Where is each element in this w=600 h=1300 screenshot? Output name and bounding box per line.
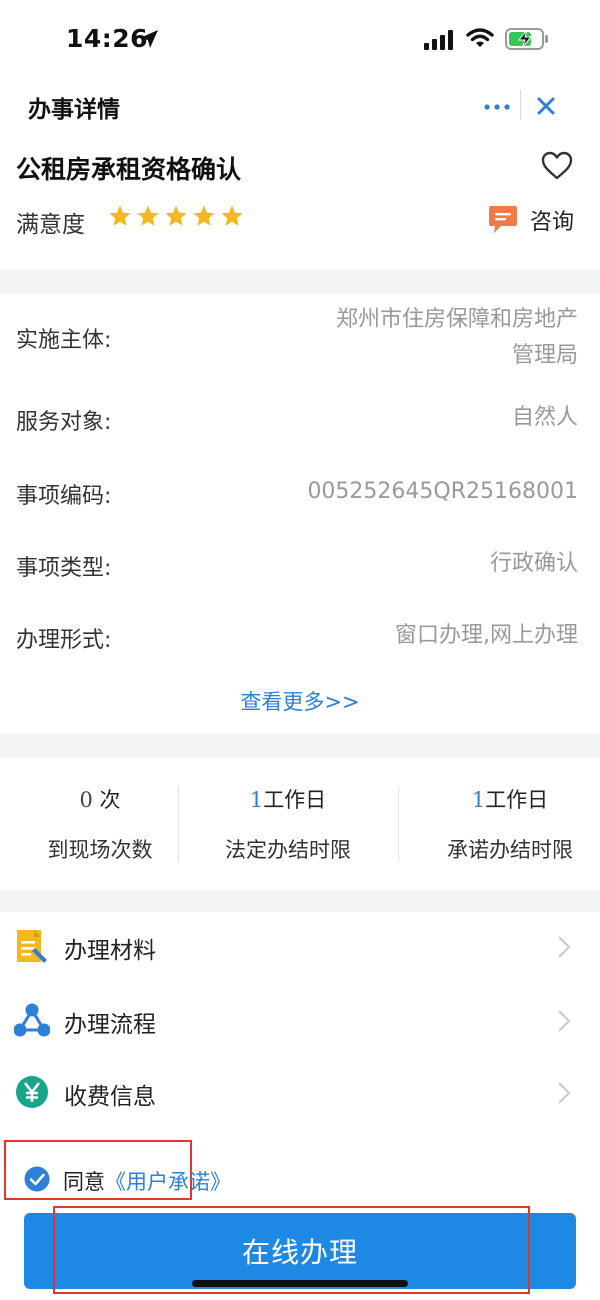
section-divider [0, 734, 600, 758]
star-icon [165, 205, 187, 226]
info-label: 实施主体: [16, 328, 112, 353]
star-icon [137, 205, 159, 226]
info-label: 事项类型: [16, 556, 112, 581]
stat-value: 0 次 [0, 784, 200, 816]
location-arrow-icon [140, 30, 158, 48]
stat-label: 承诺办结时限 [447, 838, 573, 862]
info-value-line1: 郑州市住房保障和房地产 [335, 307, 578, 332]
chevron-right-icon [558, 1082, 571, 1104]
nav-bar: 办事详情 [0, 80, 600, 134]
stat-divider [178, 786, 179, 862]
satisfaction-stars [108, 204, 244, 228]
nav-divider [520, 90, 521, 120]
info-value: 005252645QR25168001 [307, 479, 578, 504]
info-label: 服务对象: [16, 410, 112, 435]
info-value: 窗口办理,网上办理 [395, 623, 578, 648]
stat-unit: 次 [92, 788, 121, 812]
menu-label: 办理材料 [64, 938, 156, 964]
stat-value: 1工作日 [188, 784, 388, 816]
page-title: 办事详情 [28, 97, 120, 123]
menu-label: 收费信息 [64, 1084, 156, 1110]
status-bar: 14:26 [0, 0, 600, 80]
menu-item-fees[interactable]: 收费信息 [0, 1058, 600, 1128]
stat-promised-limit: 1工作日 承诺办结时限 [410, 784, 600, 864]
stat-divider [398, 786, 399, 862]
yen-icon [16, 1076, 48, 1108]
agreement-prefix: 同意 [63, 1170, 105, 1194]
stat-unit: 工作日 [263, 788, 327, 812]
stat-unit: 工作日 [485, 788, 549, 812]
stat-legal-limit: 1工作日 法定办结时限 [188, 784, 388, 864]
stat-site-visits: 0 次 到现场次数 [0, 784, 200, 864]
cellular-signal-icon [424, 30, 453, 50]
star-icon [193, 205, 215, 226]
chevron-right-icon [558, 1010, 571, 1032]
more-options-icon[interactable] [482, 96, 512, 118]
menu-item-process[interactable]: 办理流程 [0, 986, 600, 1056]
info-label: 办理形式: [16, 628, 112, 653]
stat-label: 到现场次数 [47, 838, 153, 862]
star-icon [221, 205, 243, 226]
document-icon [17, 930, 47, 963]
home-indicator [192, 1280, 408, 1287]
menu-item-materials[interactable]: 办理材料 [0, 912, 600, 982]
menu-label: 办理流程 [64, 1012, 156, 1038]
process-icon [14, 1003, 50, 1037]
stat-number: 1 [249, 788, 264, 812]
satisfaction-label: 满意度 [16, 212, 85, 238]
stat-number: 1 [471, 788, 486, 812]
info-value-line2: 管理局 [511, 343, 578, 368]
star-icon [109, 205, 131, 226]
section-divider [0, 890, 600, 912]
favorite-heart-icon[interactable] [540, 150, 574, 182]
service-title: 公租房承租资格确认 [16, 155, 242, 184]
user-promise-link[interactable]: 《用户承诺》 [105, 1170, 231, 1194]
chevron-right-icon [558, 936, 571, 958]
stat-label: 法定办结时限 [225, 838, 351, 862]
info-value: 自然人 [511, 405, 578, 430]
chat-bubble-icon [489, 206, 517, 233]
wifi-icon [466, 28, 494, 47]
checkbox-checked-icon[interactable] [24, 1166, 50, 1192]
stat-value: 1工作日 [410, 784, 600, 816]
battery-charging-icon [505, 28, 548, 50]
info-value: 行政确认 [489, 551, 578, 576]
close-icon[interactable] [532, 92, 560, 120]
info-label: 事项编码: [16, 484, 112, 509]
consult-label: 咨询 [530, 210, 575, 235]
agreement-text: 同意《用户承诺》 [63, 1166, 231, 1196]
consult-button[interactable]: 咨询 [486, 204, 574, 236]
status-time: 14:26 [66, 24, 149, 53]
see-more-link[interactable]: 查看更多>> [0, 686, 600, 716]
stat-number: 0 [79, 788, 93, 812]
section-divider [0, 270, 600, 294]
